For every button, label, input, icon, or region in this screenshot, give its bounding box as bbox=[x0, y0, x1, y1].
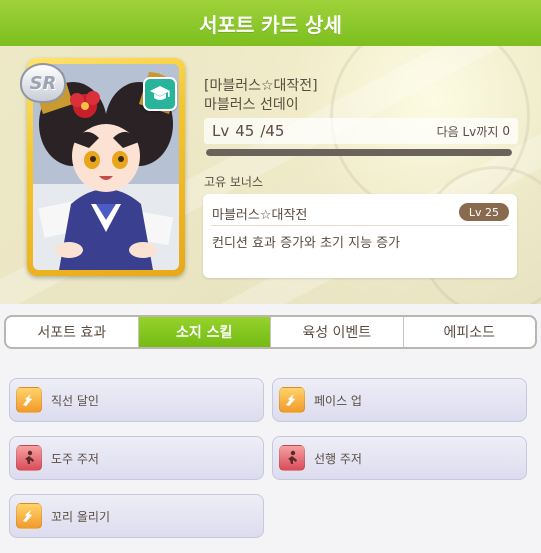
speed-up-icon bbox=[16, 503, 42, 529]
skill-item[interactable]: 선행 주저 bbox=[272, 436, 527, 480]
skill-item[interactable]: 페이스 업 bbox=[272, 378, 527, 422]
speed-up-icon bbox=[279, 387, 305, 413]
unique-bonus-level-badge: Lv 25 bbox=[458, 203, 509, 221]
level-progress-bar bbox=[206, 149, 512, 156]
skill-item[interactable]: 도주 주저 bbox=[9, 436, 264, 480]
graduation-cap-icon bbox=[143, 77, 177, 111]
level-display: Lv 45 /45 다음 Lv까지 0 bbox=[204, 118, 518, 144]
wisdom-type-icon bbox=[150, 86, 170, 100]
max-level: /45 bbox=[260, 122, 285, 140]
debuff-runner-icon bbox=[16, 445, 42, 471]
tab-owned-skills[interactable]: 소지 스킬 bbox=[138, 317, 271, 347]
rarity-badge: SR bbox=[18, 58, 68, 108]
skill-label: 선행 주저 bbox=[314, 451, 362, 466]
tab-episode[interactable]: 에피소드 bbox=[404, 317, 536, 347]
skill-label: 도주 주저 bbox=[51, 451, 99, 466]
rarity-sr-icon: SR bbox=[20, 63, 66, 103]
unique-bonus-name: 마블러스☆대작전 bbox=[212, 208, 308, 223]
skill-item[interactable]: 직선 달인 bbox=[9, 378, 264, 422]
level-prefix: Lv bbox=[212, 122, 230, 140]
current-level: 45 bbox=[235, 122, 255, 140]
next-level-value: 0 bbox=[502, 124, 510, 138]
rarity-label: SR bbox=[29, 72, 57, 94]
skill-item[interactable]: 꼬리 올리기 bbox=[9, 494, 264, 538]
unique-bonus-panel: 마블러스☆대작전 Lv 25 컨디션 효과 증가와 초기 지능 증가 bbox=[203, 194, 517, 278]
skill-label: 직선 달인 bbox=[51, 393, 99, 408]
debuff-runner-icon bbox=[279, 445, 305, 471]
unique-bonus-label: 고유 보너스 bbox=[204, 175, 264, 189]
detail-tabs: 서포트 효과 소지 스킬 육성 이벤트 에피소드 bbox=[4, 315, 537, 349]
level-progress-fill bbox=[206, 149, 512, 156]
skill-label: 페이스 업 bbox=[314, 393, 362, 408]
divider bbox=[211, 225, 509, 226]
screen-title: 서포트 카드 상세 bbox=[199, 12, 342, 37]
unique-bonus-description: 컨디션 효과 증가와 초기 지능 증가 bbox=[212, 236, 401, 251]
screen-header: 서포트 카드 상세 bbox=[0, 0, 541, 46]
tab-training-events[interactable]: 육성 이벤트 bbox=[271, 317, 404, 347]
card-character-name: 마블러스 선데이 bbox=[204, 97, 299, 113]
next-level-label: 다음 Lv까지 bbox=[436, 124, 499, 139]
skill-label: 꼬리 올리기 bbox=[51, 509, 111, 524]
card-series-title: [마블러스☆대작전] bbox=[204, 78, 318, 94]
speed-up-icon bbox=[16, 387, 42, 413]
tab-support-effect[interactable]: 서포트 효과 bbox=[6, 317, 139, 347]
